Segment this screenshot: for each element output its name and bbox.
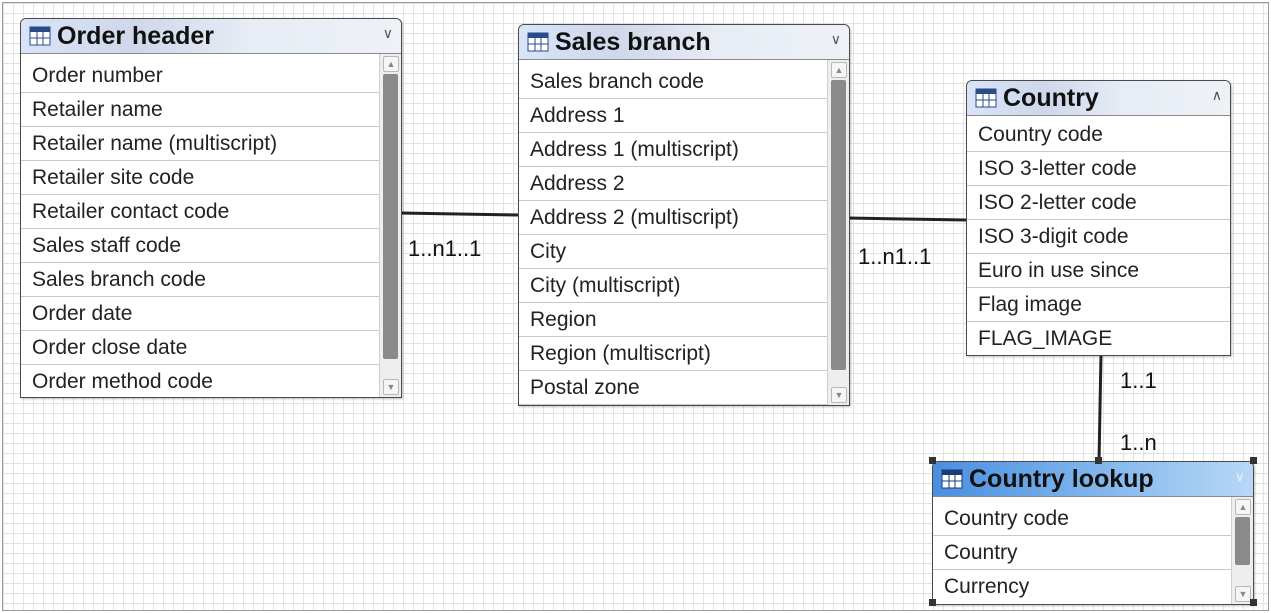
table-country-lookup[interactable]: Country lookup ∨ Country code Country Cu… — [932, 461, 1254, 605]
column-row[interactable]: Country — [933, 536, 1231, 570]
table-icon — [527, 32, 549, 52]
cardinality-lookup-end: 1..n — [1120, 430, 1157, 455]
column-row[interactable]: Order date — [21, 297, 379, 331]
table-icon — [941, 469, 963, 489]
column-row[interactable]: Retailer name — [21, 93, 379, 127]
table-header[interactable]: Country ∧ — [967, 81, 1230, 116]
scrollbar[interactable]: ▲ ▼ — [1231, 497, 1253, 604]
chevron-down-icon[interactable]: ∨ — [383, 25, 393, 42]
column-row[interactable]: Flag image — [967, 288, 1230, 322]
column-row[interactable]: Address 1 (multiscript) — [519, 133, 827, 167]
column-row[interactable]: Euro in use since — [967, 254, 1230, 288]
scroll-down-icon[interactable]: ▼ — [831, 387, 847, 403]
scroll-thumb[interactable] — [383, 74, 398, 359]
table-header[interactable]: Order header ∨ — [21, 19, 401, 54]
scroll-down-icon[interactable]: ▼ — [383, 379, 399, 395]
table-title: Sales branch — [555, 27, 711, 56]
chevron-up-icon[interactable]: ∧ — [1212, 87, 1222, 104]
column-list: Country code ISO 3-letter code ISO 2-let… — [967, 118, 1230, 355]
table-title: Country lookup — [969, 464, 1154, 493]
column-row[interactable]: Order number — [21, 59, 379, 93]
column-row[interactable]: City (multiscript) — [519, 269, 827, 303]
column-row[interactable]: Postal zone — [519, 371, 827, 405]
cardinality-country-end: 1..1 — [1120, 368, 1157, 393]
column-row[interactable]: Order method code — [21, 365, 379, 397]
resize-handle[interactable] — [929, 457, 936, 464]
column-row[interactable]: Sales branch code — [519, 65, 827, 99]
column-row[interactable]: ISO 2-letter code — [967, 186, 1230, 220]
resize-handle[interactable] — [929, 599, 936, 606]
table-icon — [975, 88, 997, 108]
column-row[interactable]: Region — [519, 303, 827, 337]
scroll-down-icon[interactable]: ▼ — [1235, 586, 1251, 602]
scroll-thumb[interactable] — [831, 80, 846, 370]
scrollbar[interactable]: ▲ ▼ — [379, 54, 401, 397]
scroll-up-icon[interactable]: ▲ — [1235, 499, 1251, 515]
chevron-down-icon[interactable]: ∨ — [1235, 468, 1245, 485]
cardinality-order-sales: 1..n1..1 — [408, 236, 482, 261]
chevron-down-icon[interactable]: ∨ — [831, 31, 841, 48]
column-list: Order number Retailer name Retailer name… — [21, 59, 379, 397]
column-row[interactable]: Address 2 (multiscript) — [519, 201, 827, 235]
table-country[interactable]: Country ∧ Country code ISO 3-letter code… — [966, 80, 1231, 356]
column-row[interactable]: Address 1 — [519, 99, 827, 133]
column-row[interactable]: Retailer name (multiscript) — [21, 127, 379, 161]
column-row[interactable]: City — [519, 235, 827, 269]
column-row[interactable]: Retailer site code — [21, 161, 379, 195]
column-row[interactable]: Order close date — [21, 331, 379, 365]
column-row[interactable]: ISO 3-digit code — [967, 220, 1230, 254]
column-row[interactable]: Country code — [967, 118, 1230, 152]
table-header[interactable]: Sales branch ∨ — [519, 25, 849, 60]
column-row[interactable]: Sales branch code — [21, 263, 379, 297]
column-row[interactable]: FLAG_IMAGE — [967, 322, 1230, 355]
scroll-up-icon[interactable]: ▲ — [383, 56, 399, 72]
column-list: Country code Country Currency — [933, 502, 1231, 604]
resize-handle[interactable] — [1250, 599, 1257, 606]
column-row[interactable]: Country code — [933, 502, 1231, 536]
scrollbar[interactable]: ▲ ▼ — [827, 60, 849, 405]
table-title: Country — [1003, 83, 1099, 112]
column-row[interactable]: Retailer contact code — [21, 195, 379, 229]
column-row[interactable]: Sales staff code — [21, 229, 379, 263]
scroll-thumb[interactable] — [1235, 517, 1250, 565]
table-order-header[interactable]: Order header ∨ Order number Retailer nam… — [20, 18, 402, 398]
column-row[interactable]: Region (multiscript) — [519, 337, 827, 371]
column-row[interactable]: Currency — [933, 570, 1231, 603]
table-icon — [29, 26, 51, 46]
table-sales-branch[interactable]: Sales branch ∨ Sales branch code Address… — [518, 24, 850, 406]
table-header[interactable]: Country lookup ∨ — [933, 462, 1253, 497]
resize-handle[interactable] — [1095, 457, 1102, 464]
resize-handle[interactable] — [1250, 457, 1257, 464]
scroll-up-icon[interactable]: ▲ — [831, 62, 847, 78]
column-list: Sales branch code Address 1 Address 1 (m… — [519, 65, 827, 405]
cardinality-sales-country: 1..n1..1 — [858, 244, 932, 269]
column-row[interactable]: Address 2 — [519, 167, 827, 201]
column-row[interactable]: ISO 3-letter code — [967, 152, 1230, 186]
table-title: Order header — [57, 21, 215, 50]
